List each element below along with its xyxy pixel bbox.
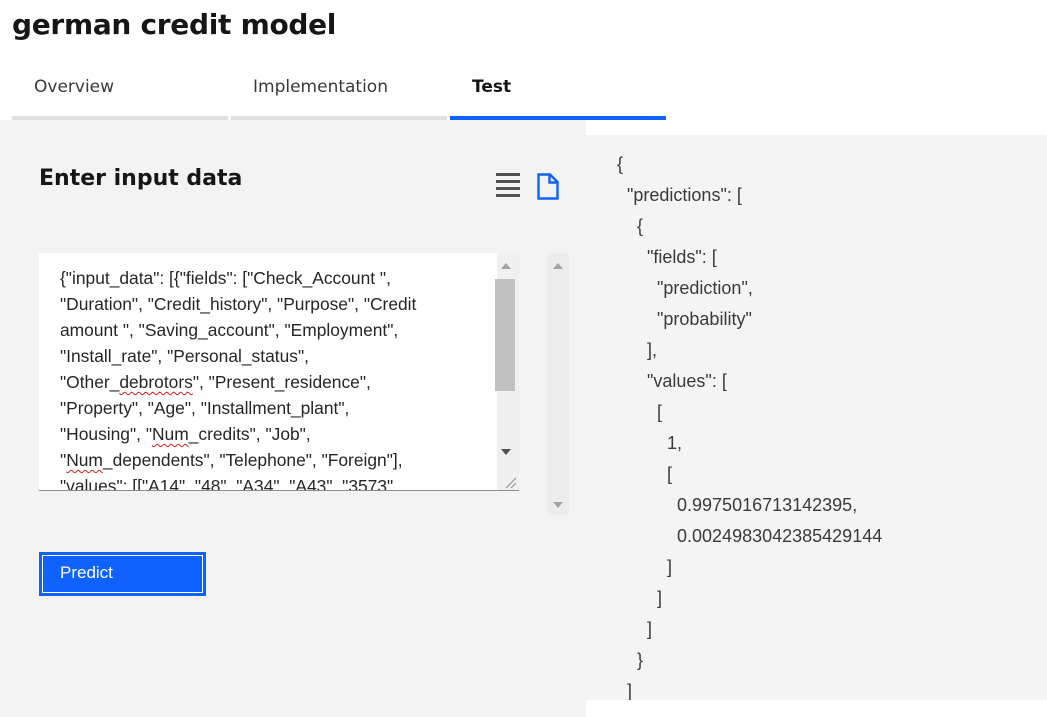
output-line: 1, bbox=[617, 433, 683, 453]
prediction-output-panel: { "predictions": [ { "fields": [ "predic… bbox=[586, 135, 1047, 700]
document-icon[interactable] bbox=[537, 173, 559, 200]
input-line: {"input_data": [{"fields": ["Check_Accou… bbox=[60, 268, 391, 288]
input-line: "Other_debrotors", "Present_residence", bbox=[60, 372, 371, 392]
page-title: german credit model bbox=[12, 8, 337, 41]
prediction-output-json: { "predictions": [ { "fields": [ "predic… bbox=[617, 149, 882, 700]
tab-implementation-label: Implementation bbox=[253, 77, 388, 97]
input-line: "Property", "Age", "Installment_plant", bbox=[60, 398, 350, 418]
output-line: "predictions": [ bbox=[617, 185, 742, 205]
tab-overview-label: Overview bbox=[34, 77, 115, 97]
output-line: [ bbox=[617, 464, 673, 484]
tab-overview[interactable]: Overview bbox=[12, 68, 228, 120]
panel-scrollbar[interactable] bbox=[547, 253, 569, 515]
textarea-scroll-up-icon[interactable] bbox=[501, 263, 511, 269]
tab-test[interactable]: Test bbox=[450, 68, 666, 120]
input-line: "Duration", "Credit_history", "Purpose",… bbox=[60, 294, 417, 314]
output-line: "values": [ bbox=[617, 371, 727, 391]
tab-implementation[interactable]: Implementation bbox=[231, 68, 447, 120]
panel-scroll-down-icon[interactable] bbox=[553, 502, 563, 508]
input-line: "Housing", "Num_credits", "Job", bbox=[60, 424, 311, 444]
resize-grip-icon[interactable] bbox=[503, 475, 517, 489]
input-line: "Install_rate", "Personal_status", bbox=[60, 346, 309, 366]
output-line: { bbox=[617, 154, 624, 174]
textarea-scrollbar-thumb[interactable] bbox=[495, 279, 515, 391]
list-view-icon[interactable] bbox=[496, 173, 520, 199]
output-line: ] bbox=[617, 557, 673, 577]
output-line: "probability" bbox=[617, 309, 752, 329]
output-line: "prediction", bbox=[617, 278, 753, 298]
input-panel: Enter input data {"input_data": [{"field… bbox=[0, 120, 586, 717]
panel-scroll-up-icon[interactable] bbox=[553, 263, 563, 269]
output-line: [ bbox=[617, 402, 663, 422]
textarea-scroll-down-icon[interactable] bbox=[501, 449, 511, 455]
output-line: ], bbox=[617, 340, 658, 360]
output-line: 0.9975016713142395, bbox=[617, 495, 858, 515]
output-line: } bbox=[617, 650, 644, 670]
input-data-text: {"input_data": [{"fields": ["Check_Accou… bbox=[60, 265, 480, 491]
output-line: ] bbox=[617, 619, 653, 639]
input-line: "Num_dependents", "Telephone", "Foreign"… bbox=[60, 450, 403, 470]
input-line: "values": [["A14", "48", "A34", "A43", "… bbox=[60, 476, 399, 491]
tab-test-label: Test bbox=[472, 77, 512, 97]
output-line: ] bbox=[617, 588, 663, 608]
output-line: "fields": [ bbox=[617, 247, 717, 267]
output-line: ] bbox=[617, 681, 633, 700]
input-line: amount ", "Saving_account", "Employment"… bbox=[60, 320, 399, 340]
input-data-textarea[interactable]: {"input_data": [{"fields": ["Check_Accou… bbox=[39, 253, 519, 491]
output-line: { bbox=[617, 216, 644, 236]
predict-button-label: Predict bbox=[42, 555, 203, 593]
output-line: 0.0024983042385429144 bbox=[617, 526, 883, 546]
tab-bar: Overview Implementation Test bbox=[12, 68, 669, 120]
predict-button[interactable]: Predict bbox=[39, 552, 206, 596]
input-panel-heading: Enter input data bbox=[39, 166, 243, 191]
